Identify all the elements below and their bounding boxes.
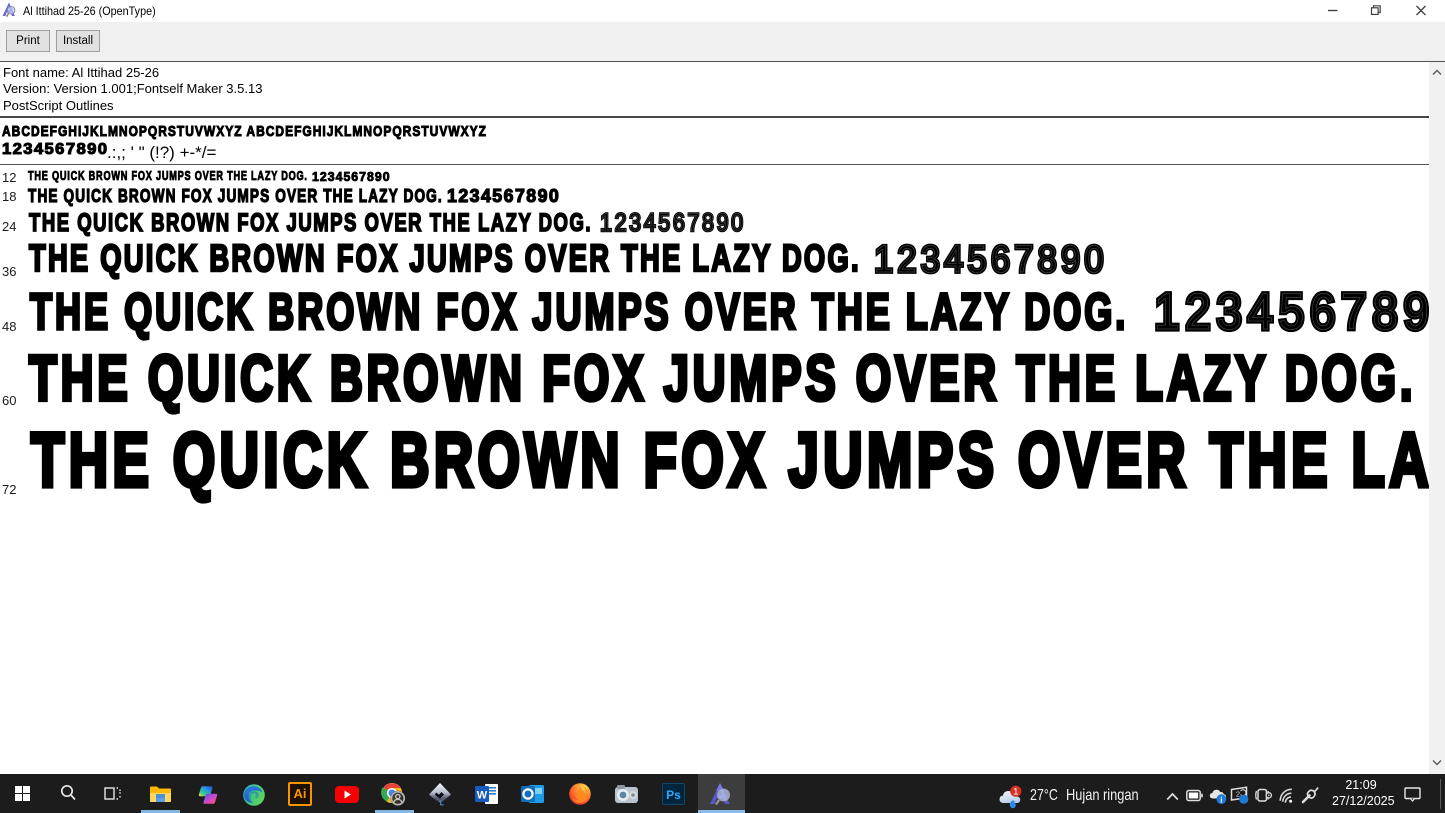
svg-text:1: 1 <box>1013 787 1018 798</box>
svg-text:2: 2 <box>1236 790 1240 799</box>
svg-text:W: W <box>477 790 488 802</box>
